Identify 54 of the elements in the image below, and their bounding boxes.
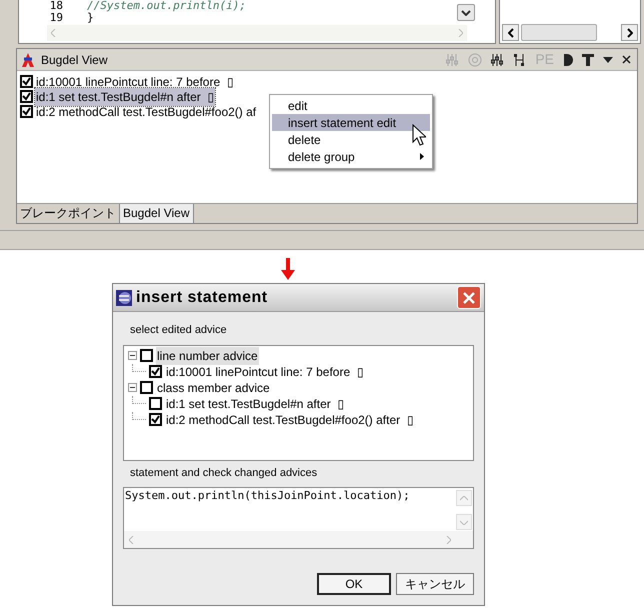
checkbox[interactable] bbox=[140, 381, 153, 394]
section-label: statement and check changed advices bbox=[130, 466, 318, 480]
menu-item[interactable]: edit bbox=[272, 97, 430, 114]
view-title: Bugdel View bbox=[41, 52, 108, 68]
menu-item[interactable]: delete bbox=[272, 131, 430, 148]
scroll-down-button[interactable] bbox=[457, 4, 475, 21]
checkbox[interactable] bbox=[149, 365, 162, 378]
collapse-icon[interactable] bbox=[128, 383, 137, 392]
checkbox[interactable] bbox=[20, 75, 33, 88]
advice-tree[interactable]: line number advice id:10001 linePointcut line: 7 before ▯ class member advice id:1 set test.TestBugdel#n after ▯ id:2 methodCall test.TestBugdel#foo2() after ▯ bbox=[123, 344, 474, 460]
submenu-arrow-icon bbox=[420, 153, 424, 160]
dialog-title: insert statement bbox=[136, 288, 269, 308]
slider-icon[interactable] bbox=[491, 52, 504, 66]
checkbox[interactable] bbox=[149, 413, 162, 426]
tree-item[interactable]: id:1 set test.TestBugdel#n after ▯ bbox=[165, 394, 346, 412]
line-number: 18 bbox=[48, 0, 64, 12]
scroll-left-icon[interactable] bbox=[502, 24, 519, 41]
chevron-down-icon bbox=[461, 10, 471, 16]
chevron-down-icon bbox=[460, 520, 468, 524]
collapse-icon[interactable] bbox=[128, 351, 137, 360]
letter-t-icon[interactable] bbox=[582, 52, 594, 66]
bug-icon bbox=[21, 52, 35, 68]
code-line: } bbox=[87, 12, 94, 24]
list-item[interactable]: id:1 set test.TestBugdel#n after ▯ bbox=[35, 88, 216, 106]
line-number: 19 bbox=[48, 12, 64, 24]
tree-item[interactable]: id:10001 linePointcut line: 7 before ▯ bbox=[165, 362, 365, 380]
list-item[interactable]: id:10001 linePointcut line: 7 before ▯ bbox=[35, 72, 235, 90]
close-icon bbox=[463, 292, 475, 304]
cancel-button[interactable]: キャンセル bbox=[396, 573, 474, 595]
code-line: //System.out.println(i); bbox=[87, 0, 246, 12]
app-icon bbox=[116, 290, 132, 306]
mouse-pointer-icon bbox=[412, 124, 426, 146]
horizontal-scrollbar[interactable] bbox=[502, 24, 638, 41]
close-icon[interactable] bbox=[622, 55, 631, 64]
scroll-right-icon[interactable] bbox=[621, 24, 638, 41]
ok-button[interactable]: OK bbox=[317, 573, 391, 595]
menu-item[interactable]: insert statement edit bbox=[272, 114, 430, 131]
menu-caret-icon[interactable] bbox=[603, 56, 613, 62]
down-arrow-icon bbox=[281, 258, 295, 280]
chevron-up-icon bbox=[460, 496, 468, 500]
tree-item[interactable]: id:2 methodCall test.TestBugdel#foo2() after ▯ bbox=[165, 410, 415, 428]
close-button[interactable] bbox=[457, 286, 481, 309]
tree-item[interactable]: line number advice bbox=[156, 346, 259, 364]
checkbox[interactable] bbox=[149, 397, 162, 410]
list-item[interactable]: id:2 methodCall test.TestBugdel#foo2() af bbox=[35, 102, 258, 120]
menu-item[interactable]: delete group bbox=[272, 148, 430, 165]
tree-item[interactable]: class member advice bbox=[156, 378, 271, 396]
checkbox[interactable] bbox=[20, 105, 33, 118]
scroll-thumb[interactable] bbox=[521, 24, 597, 41]
section-label: select edited advice bbox=[130, 323, 228, 338]
tab[interactable]: Bugdel View bbox=[120, 204, 194, 223]
checkbox[interactable] bbox=[20, 90, 33, 103]
hierarchy-icon[interactable] bbox=[513, 52, 526, 66]
checkbox[interactable] bbox=[140, 349, 153, 362]
